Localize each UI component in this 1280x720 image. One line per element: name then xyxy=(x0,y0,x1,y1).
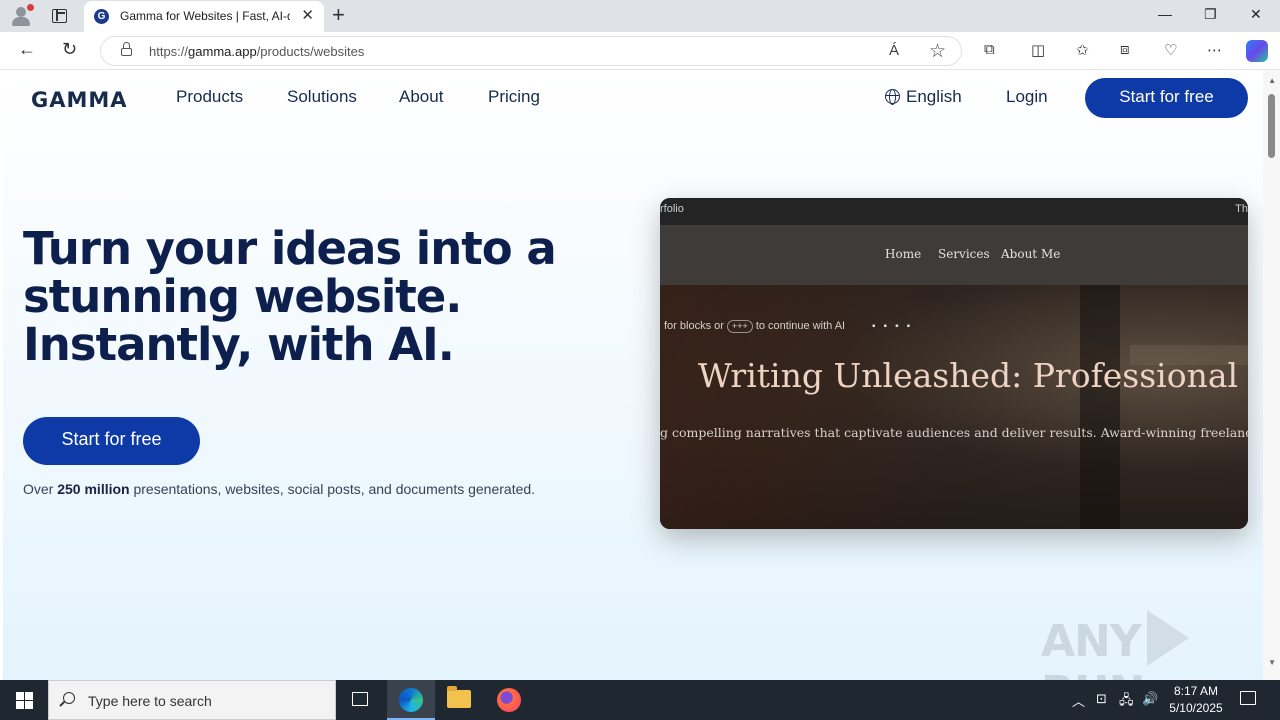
windows-start-icon[interactable] xyxy=(16,692,33,709)
login-link[interactable]: Login xyxy=(1006,87,1048,107)
search-placeholder: Type here to search xyxy=(88,693,212,709)
usage-stats: Over 250 million presentations, websites… xyxy=(23,481,536,497)
preview-block-tools-icon: ▪▪▪▪ xyxy=(872,321,919,332)
preview-theme-label: Th xyxy=(1235,203,1248,215)
preview-top-bar: rfolio Th xyxy=(660,198,1248,225)
clock-date: 5/10/2025 xyxy=(1169,701,1223,715)
nav-pricing[interactable]: Pricing xyxy=(488,87,540,107)
globe-icon xyxy=(885,89,900,105)
window-close-button[interactable]: ✕ xyxy=(1250,6,1262,23)
back-button[interactable]: ← xyxy=(18,39,36,60)
profile-icon[interactable] xyxy=(10,4,34,27)
windows-taskbar: Type here to search ︿ ⊡ 🖧 🔊 8:17 AM 5/10… xyxy=(0,680,1280,720)
taskbar-search-box[interactable]: Type here to search xyxy=(48,680,336,720)
preview-nav-about-me: About Me xyxy=(1001,247,1061,261)
restore-button[interactable]: ❐ xyxy=(1204,6,1217,23)
tab-close-icon[interactable]: ✕ xyxy=(301,8,314,24)
gamma-favicon-icon: G xyxy=(94,9,109,24)
new-tab-button[interactable]: + xyxy=(332,4,345,26)
web-page: GAMMA Products Solutions About Pricing E… xyxy=(0,70,1280,680)
address-bar[interactable]: https://gamma.app/products/websites Á ☆ xyxy=(100,36,962,66)
start-for-free-header-button[interactable]: Start for free xyxy=(1085,78,1248,118)
favorites-icon[interactable]: ✩ xyxy=(1076,41,1089,59)
scroll-up-arrow[interactable]: ▲ xyxy=(1268,76,1276,85)
page-scrollbar[interactable]: ▲ ▼ xyxy=(1263,70,1280,680)
edge-icon xyxy=(399,688,423,712)
copilot-icon[interactable] xyxy=(1246,40,1268,62)
lock-icon[interactable] xyxy=(121,42,132,57)
minimize-button[interactable]: — xyxy=(1158,6,1172,22)
settings-more-icon[interactable]: ⋯ xyxy=(1207,41,1222,59)
browser-toolbar: ← ↻ https://gamma.app/products/websites … xyxy=(0,32,1280,70)
nav-products[interactable]: Products xyxy=(176,87,243,107)
taskbar-firefox[interactable] xyxy=(485,680,533,720)
split-screen-icon[interactable]: ◫ xyxy=(1031,41,1045,59)
url-text[interactable]: https://gamma.app/products/websites xyxy=(149,44,364,59)
preview-title: Writing Unleashed: Professional Po xyxy=(698,356,1248,395)
browser-tab-bar: G Gamma for Websites | Fast, AI-dr ✕ + —… xyxy=(0,0,1280,32)
task-view-button[interactable] xyxy=(336,680,384,720)
extensions-icon[interactable]: ⧉ xyxy=(984,41,995,58)
browser-essentials-icon[interactable]: ♡ xyxy=(1164,41,1177,59)
refresh-button[interactable]: ↻ xyxy=(62,39,77,60)
volume-icon[interactable]: 🔊 xyxy=(1142,691,1158,707)
search-icon xyxy=(63,692,75,704)
nav-about[interactable]: About xyxy=(399,87,443,107)
collections-icon[interactable]: ⧈ xyxy=(1120,41,1130,58)
firefox-icon xyxy=(497,688,521,712)
task-view-icon xyxy=(352,692,368,706)
read-aloud-icon[interactable]: Á xyxy=(889,42,899,59)
tab-actions-icon[interactable] xyxy=(52,9,67,23)
favorite-star-icon[interactable]: ☆ xyxy=(929,40,946,63)
taskbar-file-explorer[interactable] xyxy=(435,680,483,720)
language-label: English xyxy=(906,87,962,106)
preview-nav-services: Services xyxy=(938,247,990,261)
hero-headline: Turn your ideas into a stunning website.… xyxy=(23,222,557,371)
tab-title: Gamma for Websites | Fast, AI-dr xyxy=(120,9,290,23)
tray-chevron-icon[interactable]: ︿ xyxy=(1072,691,1085,710)
browser-tab-active[interactable]: G Gamma for Websites | Fast, AI-dr ✕ xyxy=(84,1,324,32)
preview-nav-home: Home xyxy=(885,247,922,261)
preview-ai-hint: for blocks or +++ to continue with AI xyxy=(664,320,846,333)
network-icon[interactable]: 🖧 xyxy=(1119,691,1134,713)
tray-device-icon[interactable]: ⊡ xyxy=(1096,691,1107,707)
stats-highlight: 250 million xyxy=(57,481,130,497)
anyrun-watermark: ANYRUN xyxy=(1041,610,1280,680)
system-clock[interactable]: 8:17 AM 5/10/2025 xyxy=(1166,683,1226,717)
gamma-logo[interactable]: GAMMA xyxy=(31,88,128,112)
preview-top-label: rfolio xyxy=(660,203,684,215)
website-preview-card[interactable]: rfolio Th Home Services About Me for blo… xyxy=(660,198,1248,529)
notifications-icon[interactable] xyxy=(1240,691,1256,705)
start-for-free-hero-button[interactable]: Start for free xyxy=(23,417,200,465)
language-selector[interactable]: English xyxy=(885,87,962,107)
scrollbar-thumb[interactable] xyxy=(1268,94,1275,158)
clock-time: 8:17 AM xyxy=(1173,684,1219,698)
scroll-down-arrow[interactable]: ▼ xyxy=(1268,658,1276,667)
preview-nav: Home Services About Me xyxy=(660,225,1248,285)
taskbar-edge[interactable] xyxy=(387,680,435,720)
folder-icon xyxy=(447,686,471,708)
preview-subtitle: g compelling narratives that captivate a… xyxy=(660,425,1248,440)
nav-solutions[interactable]: Solutions xyxy=(287,87,357,107)
